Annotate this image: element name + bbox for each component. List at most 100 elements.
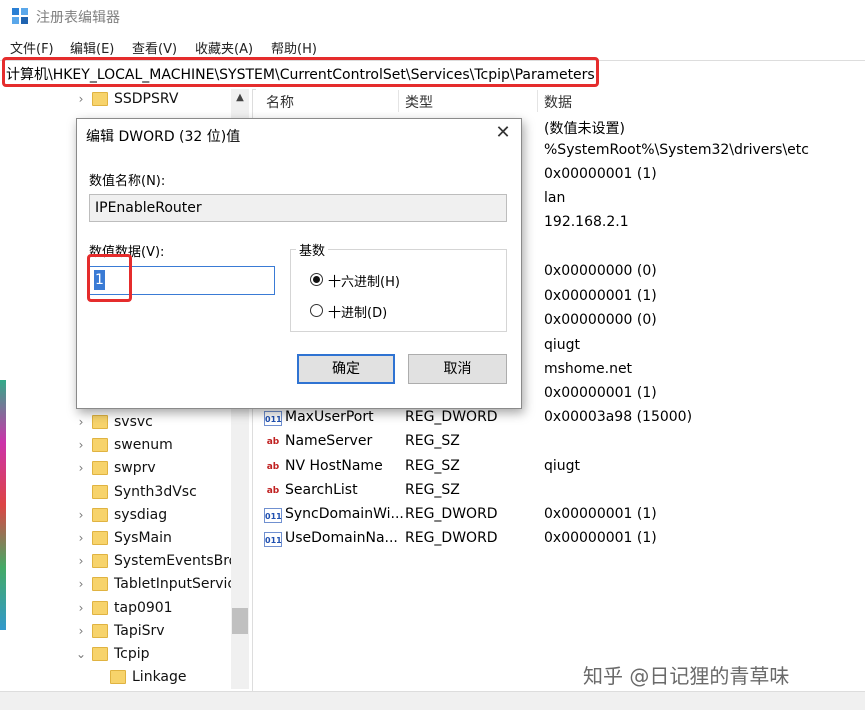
- value-row-nameserver[interactable]: ab NameServer REG_SZ: [262, 431, 862, 455]
- tree-item-tcpip[interactable]: ⌄ Tcpip: [74, 642, 150, 665]
- folder-icon: [92, 553, 108, 568]
- tree-item-label: SysMain: [114, 529, 172, 546]
- folder-icon: [92, 623, 108, 638]
- expand-arrow-icon[interactable]: ›: [74, 508, 88, 522]
- tree-item-svsvc[interactable]: › svsvc: [74, 410, 153, 433]
- expand-arrow-icon[interactable]: ›: [74, 415, 88, 429]
- tree-item-label: Tcpip: [114, 645, 150, 662]
- tree-item-swenum[interactable]: › swenum: [74, 433, 173, 456]
- value-name-field: IPEnableRouter: [89, 194, 507, 222]
- value-data: qiugt: [544, 458, 581, 474]
- radio-selected-dot: [313, 276, 320, 283]
- status-bar: [0, 691, 865, 710]
- expand-arrow-icon[interactable]: ›: [74, 624, 88, 638]
- data-cell[interactable]: 0x00000001 (1): [544, 288, 657, 304]
- base-group: [290, 249, 507, 332]
- radio-hex-label[interactable]: 十六进制(H): [328, 271, 400, 290]
- expand-arrow-icon[interactable]: ›: [74, 577, 88, 591]
- tree-item-swprv[interactable]: › swprv: [74, 456, 156, 479]
- tree-item-label: TapiSrv: [114, 622, 165, 639]
- data-cell[interactable]: lan: [544, 190, 565, 206]
- string-value-icon: ab: [266, 437, 280, 447]
- data-cell[interactable]: 0x00000001 (1): [544, 385, 657, 401]
- dword-value-icon: 011: [264, 532, 282, 547]
- folder-icon: [92, 600, 108, 615]
- expand-arrow-icon[interactable]: ›: [74, 601, 88, 615]
- data-cell[interactable]: (数值未设置): [544, 118, 625, 138]
- value-data: 0x00000001 (1): [544, 530, 657, 546]
- tree-item-ssdpsrv[interactable]: › SSDPSRV: [74, 87, 179, 110]
- value-row-maxuserport[interactable]: 011 MaxUserPort REG_DWORD 0x00003a98 (15…: [262, 407, 862, 431]
- tree-item-linkage[interactable]: Linkage: [92, 665, 187, 688]
- column-header-type[interactable]: 类型: [405, 92, 433, 112]
- dword-value-icon: 011: [264, 411, 282, 426]
- value-name: SyncDomainWi...: [285, 506, 404, 522]
- column-separator[interactable]: [537, 90, 538, 112]
- title-bar: [0, 0, 865, 34]
- data-cell[interactable]: 0x00000001 (1): [544, 166, 657, 182]
- string-value-icon: ab: [266, 462, 280, 472]
- tree-item-label: swprv: [114, 459, 156, 476]
- folder-icon: [92, 414, 108, 429]
- dialog-title: 编辑 DWORD (32 位)值: [86, 129, 241, 145]
- expand-arrow-icon[interactable]: ›: [74, 438, 88, 452]
- tree-item-tapisrv[interactable]: › TapiSrv: [74, 619, 165, 642]
- menu-favorites[interactable]: 收藏夹(A): [195, 38, 253, 57]
- value-name-label: 数值名称(N):: [89, 174, 166, 189]
- value-type: REG_DWORD: [405, 506, 498, 522]
- expand-arrow-icon[interactable]: ›: [74, 531, 88, 545]
- expand-arrow-icon[interactable]: ›: [74, 92, 88, 106]
- expand-arrow-icon[interactable]: ›: [74, 461, 88, 475]
- radio-decimal[interactable]: [310, 304, 323, 317]
- registry-editor-icon: [12, 8, 28, 24]
- data-cell[interactable]: qiugt: [544, 337, 580, 353]
- expand-arrow-icon[interactable]: ›: [74, 554, 88, 568]
- window-title: 注册表编辑器: [36, 10, 120, 26]
- tree-item-sysmain[interactable]: › SysMain: [74, 526, 172, 549]
- menu-edit[interactable]: 编辑(E): [70, 38, 114, 57]
- value-row-syncdomainwithmembership[interactable]: 011 SyncDomainWi... REG_DWORD 0x00000001…: [262, 504, 862, 528]
- scroll-up-icon[interactable]: ▲: [231, 89, 249, 107]
- folder-icon: [92, 576, 108, 591]
- menu-view[interactable]: 查看(V): [132, 38, 177, 57]
- data-cell[interactable]: 0x00000000 (0): [544, 312, 657, 328]
- cancel-button[interactable]: 取消: [408, 354, 507, 384]
- value-type: REG_DWORD: [405, 530, 498, 546]
- tree-item-tap0901[interactable]: › tap0901: [74, 596, 173, 619]
- value-row-usedomainnamedevolution[interactable]: 011 UseDomainNa... REG_DWORD 0x00000001 …: [262, 528, 862, 552]
- base-group-label: 基数: [296, 240, 329, 259]
- tree-item-sysdiag[interactable]: › sysdiag: [74, 503, 168, 526]
- data-cell[interactable]: mshome.net: [544, 361, 632, 377]
- value-type: REG_DWORD: [405, 409, 498, 425]
- background-strip: [0, 380, 6, 630]
- close-icon[interactable]: ✕: [492, 122, 514, 144]
- tree-scrollbar-thumb[interactable]: [232, 608, 248, 634]
- ok-button[interactable]: 确定: [297, 354, 395, 384]
- value-name: NameServer: [285, 433, 373, 449]
- value-name: MaxUserPort: [285, 409, 374, 425]
- tree-item-label: Synth3dVsc: [114, 483, 197, 500]
- folder-icon: [92, 484, 108, 499]
- menu-file[interactable]: 文件(F): [10, 38, 54, 57]
- value-name: UseDomainNa...: [285, 530, 398, 546]
- menu-help[interactable]: 帮助(H): [271, 38, 317, 57]
- column-separator[interactable]: [398, 90, 399, 112]
- tree-item-tabletinputservice[interactable]: › TabletInputServic: [74, 572, 235, 595]
- column-header-data[interactable]: 数据: [544, 92, 572, 112]
- data-cell[interactable]: 192.168.2.1: [544, 214, 629, 230]
- tree-item-synth3dvsc[interactable]: Synth3dVsc: [74, 480, 197, 503]
- value-annotation-box: [87, 254, 132, 302]
- collapse-arrow-icon[interactable]: ⌄: [74, 647, 88, 661]
- data-cell[interactable]: %SystemRoot%\System32\drivers\etc: [544, 142, 809, 158]
- value-data: 0x00003a98 (15000): [544, 409, 693, 425]
- column-header-name[interactable]: 名称: [266, 92, 294, 112]
- address-annotation-box: [2, 57, 599, 87]
- value-row-searchlist[interactable]: ab SearchList REG_SZ: [262, 480, 862, 504]
- value-row-nv-hostname[interactable]: ab NV HostName REG_SZ qiugt: [262, 456, 862, 480]
- data-cell[interactable]: 0x00000000 (0): [544, 263, 657, 279]
- tree-item-systemeventsbroker[interactable]: › SystemEventsBrol: [74, 549, 242, 572]
- value-type: REG_SZ: [405, 482, 460, 498]
- tree-item-label: sysdiag: [114, 506, 168, 523]
- radio-hex[interactable]: [310, 273, 323, 286]
- radio-decimal-label[interactable]: 十进制(D): [328, 302, 387, 321]
